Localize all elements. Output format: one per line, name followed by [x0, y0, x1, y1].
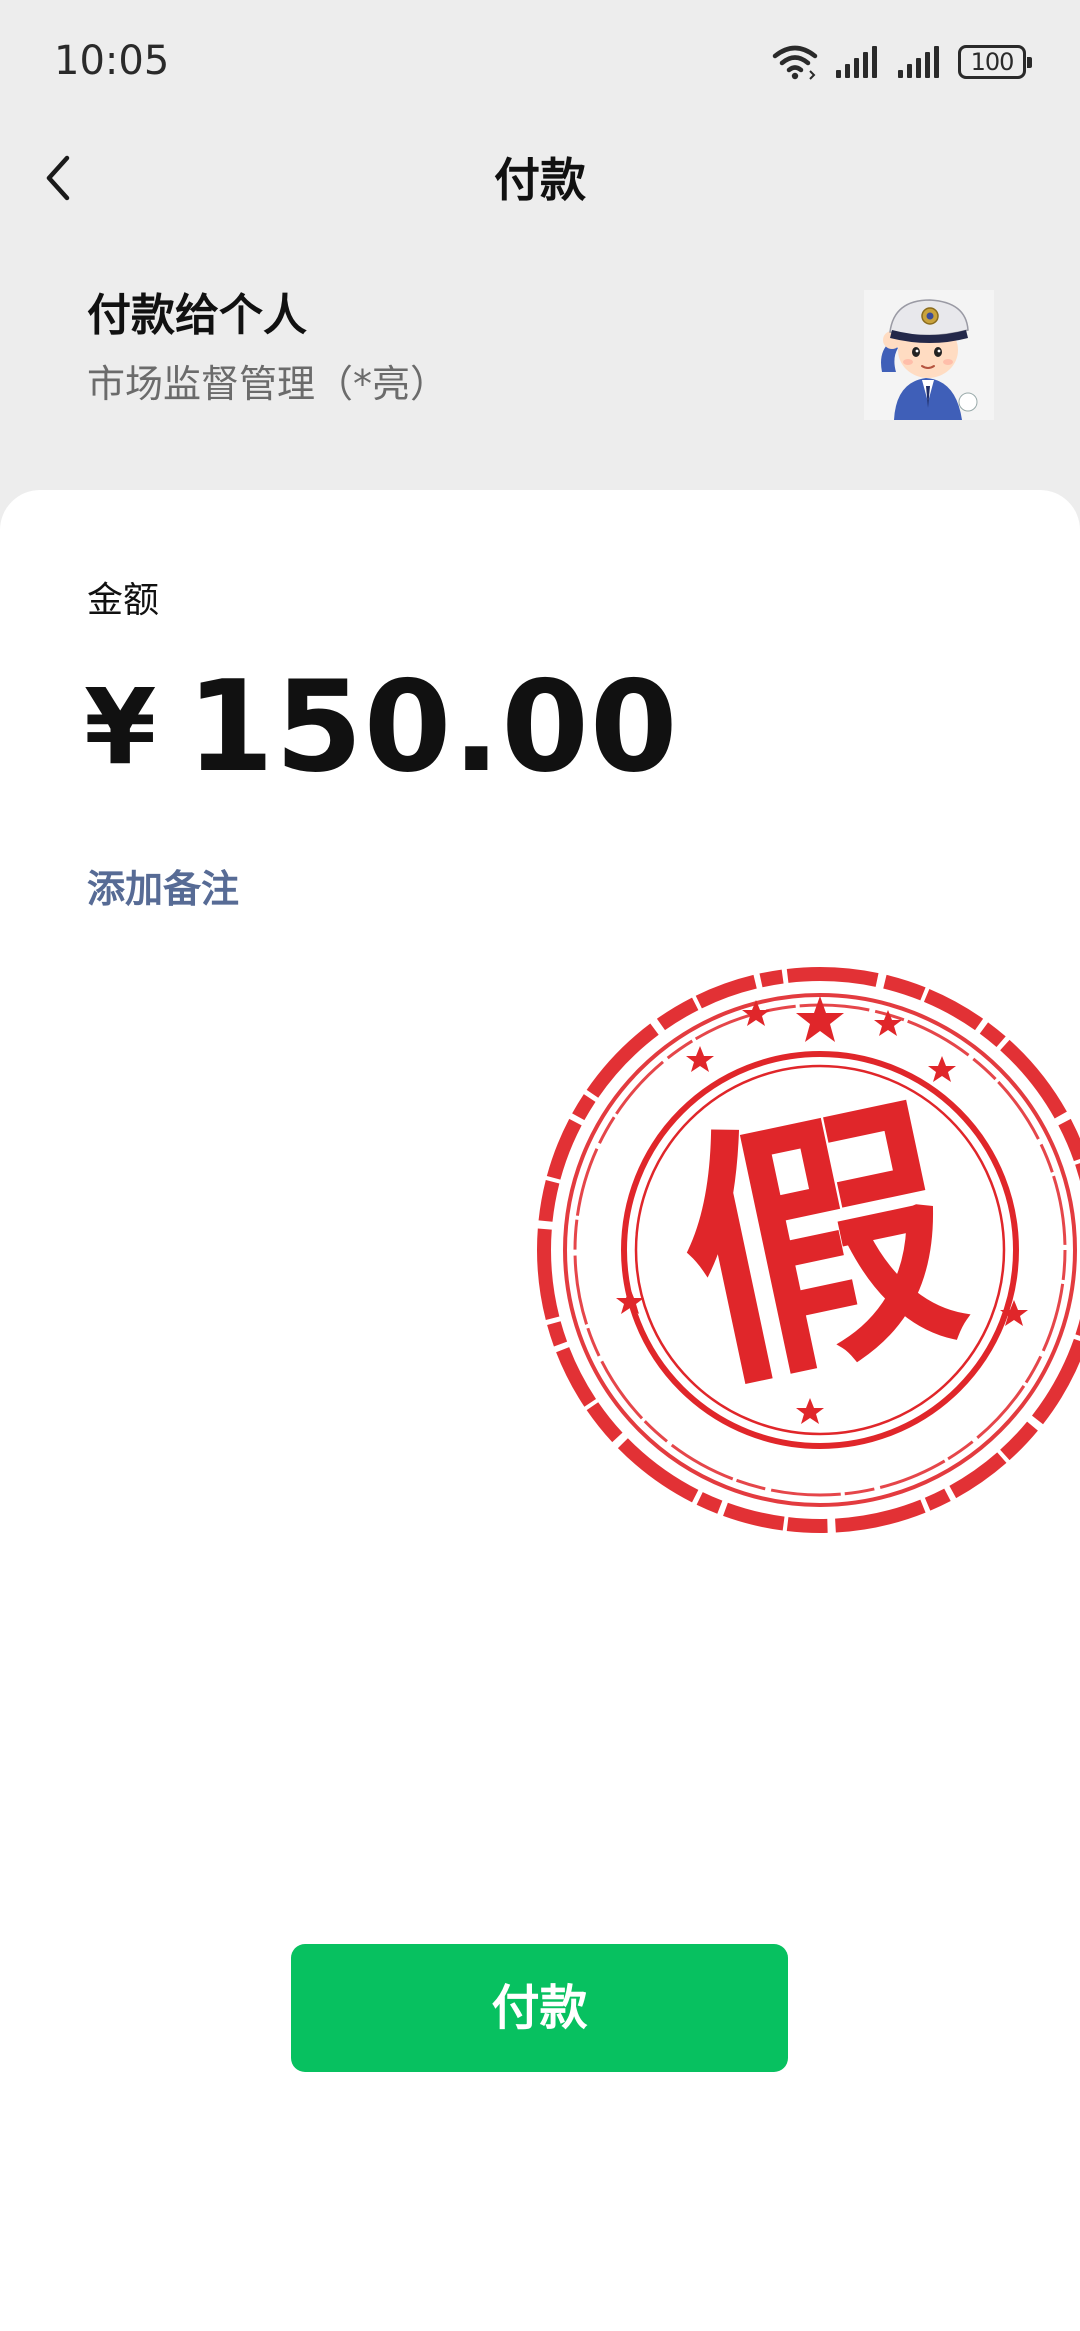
fake-stamp-icon: 假 [537, 967, 1080, 1533]
status-time: 10:05 [54, 38, 170, 84]
payee-section: 付款给个人 市场监督管理（*亮） [0, 280, 1080, 440]
wifi-icon [772, 44, 818, 80]
police-officer-avatar-icon [864, 290, 994, 420]
amount-value: 150.00 [186, 653, 679, 800]
amount-input[interactable]: ¥ 150.00 [84, 662, 679, 792]
payee-heading: 付款给个人 [87, 290, 307, 341]
amount-label: 金额 [87, 580, 160, 621]
avatar [864, 290, 994, 420]
pay-button[interactable]: 付款 [291, 1944, 788, 2072]
status-bar: 10:05 100 [0, 0, 1080, 125]
pay-button-label: 付款 [491, 1980, 588, 2036]
signal-icon [834, 44, 880, 80]
signal-icon-2 [896, 44, 942, 80]
page-title: 付款 [494, 153, 586, 207]
svg-text:假: 假 [654, 1064, 984, 1428]
nav-bar: 付款 [0, 130, 1080, 230]
status-icons: 100 [756, 40, 1032, 84]
battery-icon: 100 [958, 45, 1032, 79]
payee-name: 市场监督管理（*亮） [87, 362, 449, 406]
add-note-link[interactable]: 添加备注 [87, 864, 239, 914]
currency-symbol: ¥ [84, 666, 157, 788]
payment-card: 金额 ¥ 150.00 添加备注 假 付款 [0, 490, 1080, 2331]
battery-level: 100 [970, 48, 1015, 76]
